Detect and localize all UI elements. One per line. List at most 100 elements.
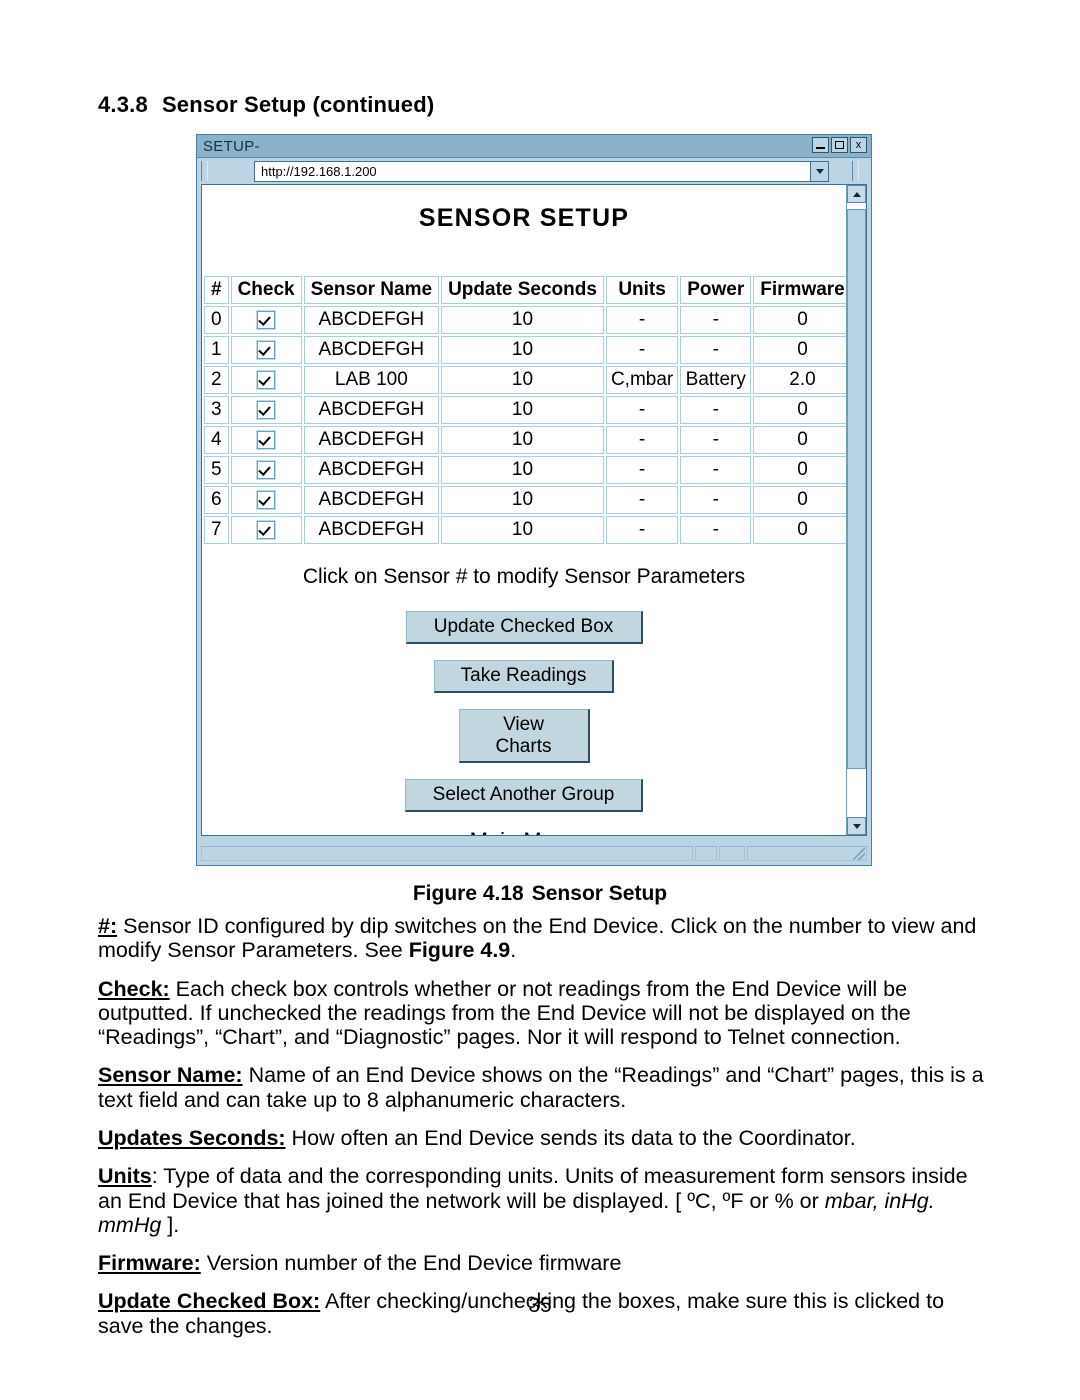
address-toolbar: http://192.168.1.200 <box>197 158 871 184</box>
scroll-down-button[interactable] <box>847 817 866 835</box>
view-charts-button[interactable]: View Charts <box>458 708 590 764</box>
table-header-row: # Check Sensor Name Update Seconds Units… <box>204 276 846 304</box>
term-id: #: <box>98 914 118 938</box>
window-titlebar[interactable]: SETUP- x <box>197 135 871 158</box>
figure-caption-label: Figure 4.18 <box>412 882 524 905</box>
main-menu-link[interactable]: Main Menu <box>202 828 846 835</box>
sensor-name-cell[interactable]: ABCDEFGH <box>303 486 440 514</box>
sensor-id-link[interactable]: 6 <box>204 486 229 514</box>
checkbox-checked-icon[interactable] <box>257 310 276 329</box>
column-header-power: Power <box>680 276 752 304</box>
table-row: 7 ABCDEFGH 10 - - 0 <box>204 516 846 544</box>
checkbox-checked-icon[interactable] <box>257 400 276 419</box>
sensor-firmware-cell: 0 <box>753 426 846 454</box>
status-pane-small <box>695 846 717 861</box>
sensor-name-cell[interactable]: LAB 100 <box>303 366 440 394</box>
sensor-power-cell: - <box>680 486 752 514</box>
term-update-seconds: Updates Seconds: <box>98 1125 286 1150</box>
sensor-power-cell: - <box>680 426 752 454</box>
desc-update-seconds-text: How often an End Device sends its data t… <box>285 1125 856 1150</box>
sensor-id-link[interactable]: 5 <box>204 456 229 484</box>
toolbar-grip-right-icon[interactable] <box>852 161 859 181</box>
address-field[interactable]: http://192.168.1.200 <box>254 160 829 182</box>
page-title: SENSOR SETUP <box>418 204 630 232</box>
checkbox-checked-icon[interactable] <box>257 340 276 359</box>
desc-check-text: Each check box controls whether or not r… <box>98 976 911 1050</box>
sensor-power-cell: - <box>680 306 752 334</box>
table-row: 6 ABCDEFGH 10 - - 0 <box>204 486 846 514</box>
checkbox-checked-icon[interactable] <box>257 490 276 509</box>
sensor-units-cell: - <box>605 486 679 514</box>
sensor-power-cell: - <box>680 336 752 364</box>
description-id: #: Sensor ID configured by dip switches … <box>98 914 984 963</box>
description-list: #: Sensor ID configured by dip switches … <box>98 914 984 1352</box>
vertical-scrollbar[interactable] <box>846 185 866 835</box>
address-label-area <box>212 161 254 181</box>
checkbox-checked-icon[interactable] <box>257 370 276 389</box>
resize-grip-icon[interactable] <box>853 848 865 860</box>
desc-firmware-text: Version number of the End Device firmwar… <box>200 1251 622 1276</box>
table-row: 1 ABCDEFGH 10 - - 0 <box>204 336 846 364</box>
sensor-name-cell[interactable]: ABCDEFGH <box>303 336 440 364</box>
sensor-check-cell[interactable] <box>230 516 302 544</box>
address-dropdown-button[interactable] <box>810 161 828 181</box>
checkbox-checked-icon[interactable] <box>257 430 276 449</box>
chevron-down-icon <box>852 823 861 829</box>
sensor-firmware-cell: 0 <box>753 396 846 424</box>
checkbox-checked-icon[interactable] <box>257 460 276 479</box>
column-header-name: Sensor Name <box>303 276 440 304</box>
sensor-units-cell: - <box>605 336 679 364</box>
minimize-button[interactable] <box>812 137 829 153</box>
sensor-name-cell[interactable]: ABCDEFGH <box>303 456 440 484</box>
column-header-firmware: Firmware <box>753 276 846 304</box>
sensor-name-cell[interactable]: ABCDEFGH <box>303 396 440 424</box>
sensor-units-cell: - <box>605 516 679 544</box>
sensor-check-cell[interactable] <box>230 396 302 424</box>
select-another-group-button[interactable]: Select Another Group <box>405 779 643 813</box>
desc-id-figure-ref: Figure 4.9 <box>408 938 511 963</box>
sensor-check-cell[interactable] <box>230 306 302 334</box>
window-title: SETUP- <box>203 137 260 155</box>
scrollbar-thumb[interactable] <box>847 209 866 769</box>
sensor-power-cell: - <box>680 396 752 424</box>
update-checked-box-button[interactable]: Update Checked Box <box>405 611 643 644</box>
table-row: 4 ABCDEFGH 10 - - 0 <box>204 426 846 454</box>
web-page-body: SENSOR SETUP # Check Sensor Name Update … <box>202 185 846 835</box>
status-bar <box>197 843 871 865</box>
sensor-id-link[interactable]: 2 <box>204 366 229 394</box>
scroll-up-button[interactable] <box>847 185 866 203</box>
sensor-id-link[interactable]: 3 <box>204 396 229 424</box>
sensor-check-cell[interactable] <box>230 486 302 514</box>
sensor-check-cell[interactable] <box>230 456 302 484</box>
address-input[interactable]: http://192.168.1.200 <box>255 164 810 179</box>
sensor-name-cell[interactable]: ABCDEFGH <box>303 426 440 454</box>
scrollbar-track[interactable] <box>847 203 866 817</box>
action-button-stack: Update Checked Box Take Readings View Ch… <box>202 611 846 813</box>
browser-content-pane: SENSOR SETUP # Check Sensor Name Update … <box>201 184 867 836</box>
sensor-id-link[interactable]: 4 <box>204 426 229 454</box>
sensor-id-link[interactable]: 0 <box>204 306 229 334</box>
sensor-check-cell[interactable] <box>230 336 302 364</box>
sensor-power-cell: Battery <box>680 366 752 394</box>
term-sensor-name: Sensor Name: <box>98 1063 243 1088</box>
table-row: 2 LAB 100 10 C,mbar Battery 2.0 <box>204 366 846 394</box>
sensor-name-cell[interactable]: ABCDEFGH <box>303 516 440 544</box>
close-button[interactable]: x <box>850 137 867 153</box>
sensor-firmware-cell: 2.0 <box>753 366 846 394</box>
toolbar-grip-icon[interactable] <box>201 161 208 181</box>
sensor-name-cell[interactable]: ABCDEFGH <box>303 306 440 334</box>
maximize-button[interactable] <box>831 137 848 153</box>
sensor-check-cell[interactable] <box>230 366 302 394</box>
status-zone-pane <box>747 846 867 861</box>
column-header-check: Check <box>230 276 302 304</box>
checkbox-checked-icon[interactable] <box>257 520 276 539</box>
sensor-id-link[interactable]: 7 <box>204 516 229 544</box>
desc-id-text-1: Sensor ID configured by dip switches on … <box>98 914 977 963</box>
sensor-units-cell: C,mbar <box>605 366 679 394</box>
column-header-update: Update Seconds <box>441 276 604 304</box>
table-row: 3 ABCDEFGH 10 - - 0 <box>204 396 846 424</box>
column-header-units: Units <box>605 276 679 304</box>
sensor-id-link[interactable]: 1 <box>204 336 229 364</box>
sensor-check-cell[interactable] <box>230 426 302 454</box>
take-readings-button[interactable]: Take Readings <box>434 659 614 693</box>
